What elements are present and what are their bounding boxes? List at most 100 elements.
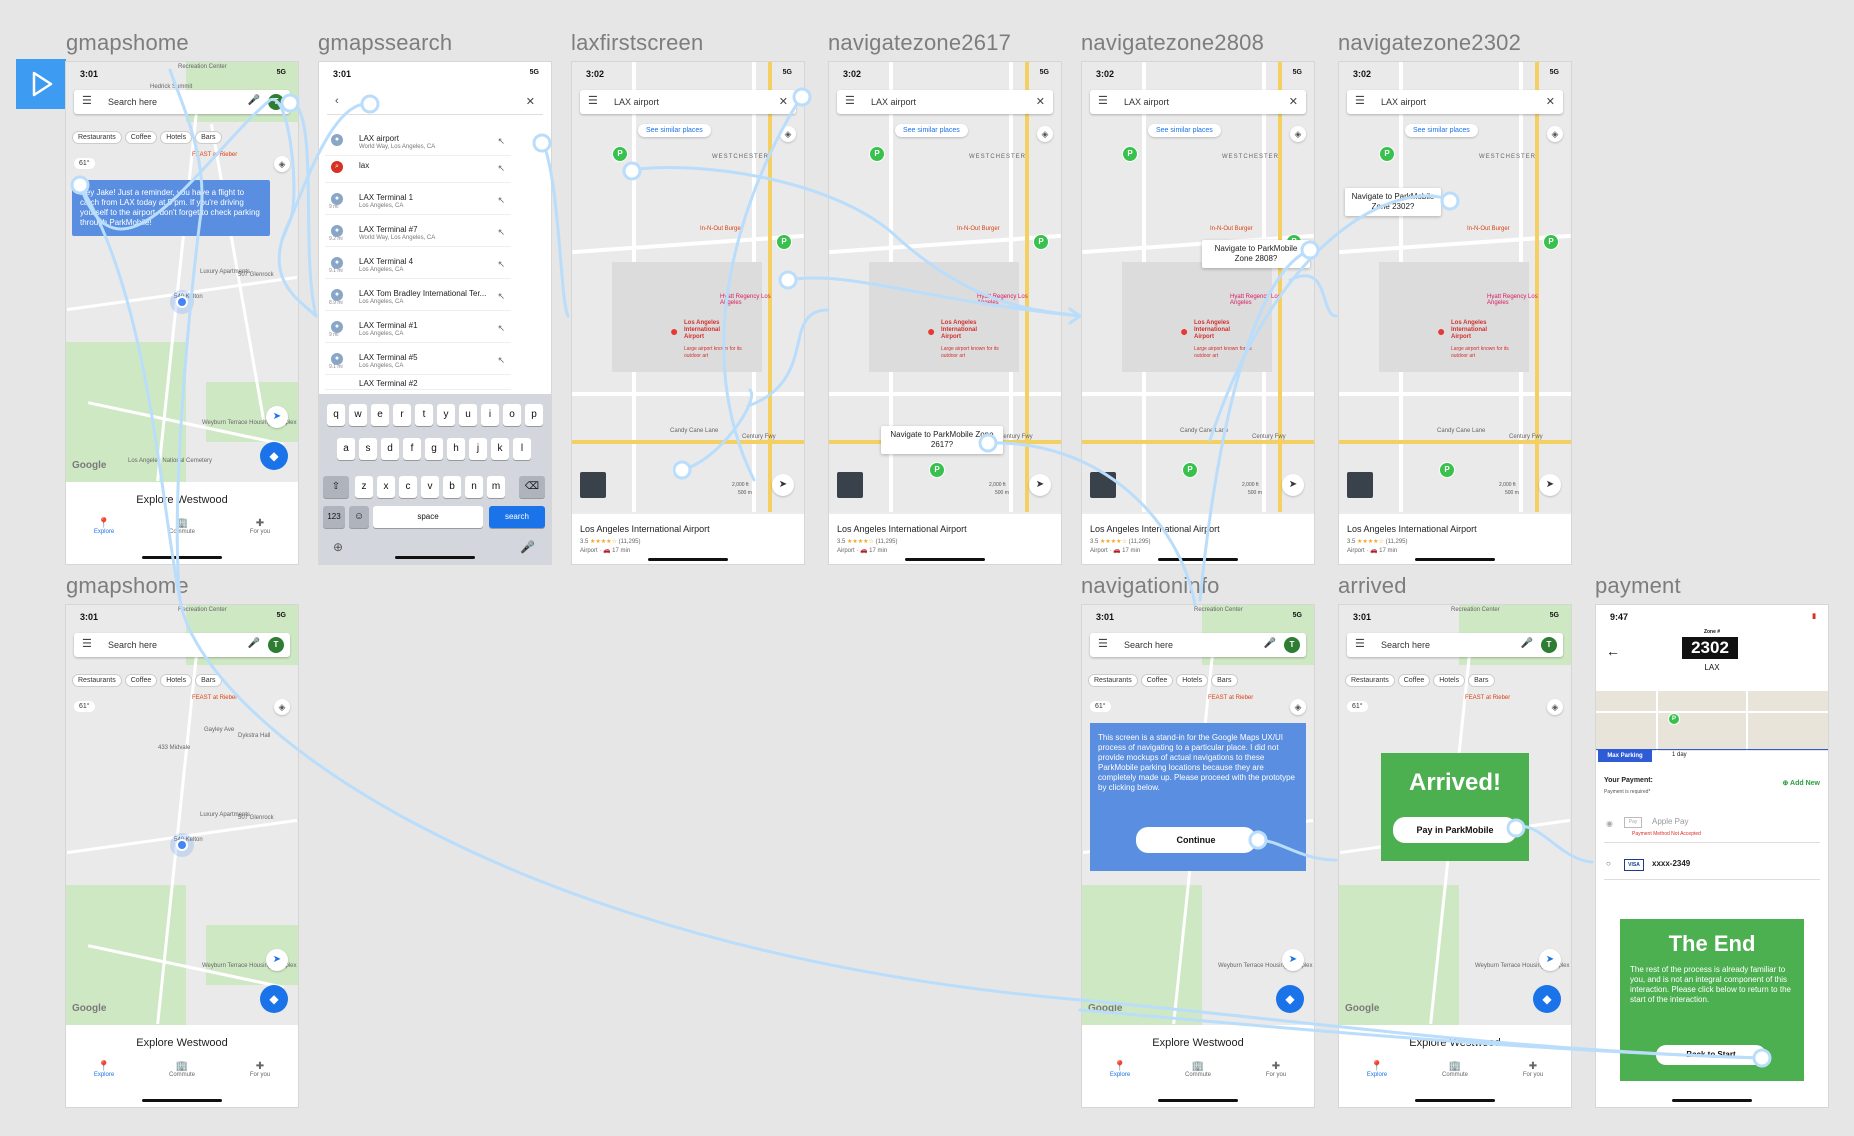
avatar[interactable]: T [268,94,284,110]
place-photo-thumbnail[interactable] [580,472,606,498]
layers-icon[interactable]: ◈ [1290,699,1306,715]
navigate-zone-tooltip[interactable]: Navigate to ParkMobile Zone 2617? [881,426,1003,454]
directions-button[interactable]: ◆ [260,442,288,470]
directions-button[interactable]: ◆ [1533,985,1561,1013]
delete-key[interactable]: ⌫ [519,476,545,498]
list-item[interactable]: ● LAX airport World Way, Los Angeles, CA ↖ [325,128,511,156]
directions-button[interactable]: ◆ [260,985,288,1013]
keyboard-key[interactable]: d [381,438,399,460]
tab-explore[interactable]: 📍 Explore [1347,1061,1407,1078]
keyboard-key[interactable]: o [503,404,521,426]
close-icon[interactable]: ✕ [779,95,788,108]
keyboard-key[interactable]: h [447,438,465,460]
menu-icon[interactable]: ☰ [82,639,92,650]
play-prototype-button[interactable] [16,59,66,109]
place-photo-thumbnail[interactable] [1090,472,1116,498]
keyboard-key[interactable]: a [337,438,355,460]
chip-coffee[interactable]: Coffee [1397,674,1431,687]
keyboard-key[interactable]: c [399,476,417,498]
tab-explore[interactable]: 📍 Explore [1090,1061,1150,1078]
close-icon[interactable]: ✕ [1036,95,1045,108]
list-item[interactable]: ● 8.9 mi LAX Tom Bradley International Ter… [325,283,511,311]
back-to-start-button[interactable]: Back to Start [1656,1045,1766,1065]
parking-pin[interactable]: P [1439,462,1455,478]
layers-icon[interactable]: ◈ [1290,126,1306,142]
chip-hotels[interactable]: Hotels [160,674,193,687]
close-icon[interactable]: ✕ [1289,95,1298,108]
place-info-card[interactable]: Los Angeles International Airport 3.5 ★★… [572,514,804,564]
search-input[interactable]: ☰ LAX airport ✕ [580,90,796,114]
tab-max-parking[interactable]: Max Parking [1598,750,1652,762]
tab-for-you[interactable]: ✚ For you [230,1061,290,1078]
keyboard-key[interactable]: z [355,476,373,498]
my-location-icon[interactable]: ➤ [266,406,288,428]
chip-hotels[interactable]: Hotels [160,131,193,144]
keyboard-key[interactable]: n [465,476,483,498]
keyboard-key[interactable]: g [425,438,443,460]
tab-for-you[interactable]: ✚ For you [1246,1061,1306,1078]
explore-westwood[interactable]: Explore Westwood [1082,1037,1314,1049]
chip-bars[interactable]: Bars [195,674,222,687]
keyboard-key[interactable]: p [525,404,543,426]
parking-pin[interactable]: P [672,462,688,478]
layers-icon[interactable]: ◈ [1547,126,1563,142]
search-input[interactable]: ☰ Search here 🎤 T [74,633,290,657]
chip-coffee[interactable]: Coffee [1140,674,1174,687]
avatar[interactable]: T [1541,637,1557,653]
keyboard-key[interactable]: w [349,404,367,426]
navigate-zone-tooltip[interactable]: Navigate to ParkMobile Zone 2302? [1345,188,1441,216]
layers-icon[interactable]: ◈ [1037,126,1053,142]
search-input[interactable]: ☰ Search here 🎤 T [74,90,290,114]
keyboard-key[interactable]: t [415,404,433,426]
keyboard-key[interactable]: s [359,438,377,460]
card-number[interactable]: xxxx-2349 [1652,859,1690,868]
list-item[interactable]: ● 9 mi LAX Terminal #1 Los Angeles, CA ↖ [325,315,511,343]
layers-icon[interactable]: ◈ [274,156,290,172]
keyboard-key[interactable]: l [513,438,531,460]
menu-icon[interactable]: ☰ [845,96,855,107]
search-input[interactable]: ‹ ✕ [327,90,543,115]
chip-restaurants[interactable]: Restaurants [1088,674,1138,687]
place-photo-thumbnail[interactable] [1347,472,1373,498]
mic-icon[interactable]: 🎤 [248,95,260,106]
search-input[interactable]: ☰ LAX airport ✕ [837,90,1053,114]
directions-button[interactable]: ◆ [1276,985,1304,1013]
close-icon[interactable]: ✕ [526,95,535,108]
search-key[interactable]: search [489,506,545,528]
parking-pin[interactable]: P [1122,146,1138,162]
my-location-icon[interactable]: ➤ [1029,474,1051,496]
tab-for-you[interactable]: ✚ For you [230,518,290,535]
dictation-icon[interactable]: 🎤 [520,540,535,554]
tab-explore[interactable]: 📍 Explore [74,1061,134,1078]
explore-westwood[interactable]: Explore Westwood [66,494,298,506]
menu-icon[interactable]: ☰ [1355,96,1365,107]
menu-icon[interactable]: ☰ [82,96,92,107]
list-item[interactable]: ● 9.1 mi LAX Terminal 4 Los Angeles, CA ↖ [325,251,511,279]
see-similar-places-button[interactable]: See similar places [1405,124,1478,137]
chip-bars[interactable]: Bars [1211,674,1238,687]
parking-pin[interactable]: P [776,234,792,250]
keyboard-key[interactable]: f [403,438,421,460]
chip-coffee[interactable]: Coffee [124,131,158,144]
see-similar-places-button[interactable]: See similar places [638,124,711,137]
mic-icon[interactable]: 🎤 [1521,638,1533,649]
search-input[interactable]: ☰ LAX airport ✕ [1090,90,1306,114]
parking-pin[interactable]: P [1182,462,1198,478]
close-icon[interactable]: ✕ [1546,95,1555,108]
back-arrow-icon[interactable]: ← [1606,643,1620,659]
menu-icon[interactable]: ☰ [1098,96,1108,107]
tab-commute[interactable]: 🏢 Commute [152,1061,212,1078]
parking-pin[interactable]: P [1543,234,1559,250]
place-info-card[interactable]: Los Angeles International Airport 3.5 ★★… [1339,514,1571,564]
keyboard-key[interactable]: j [469,438,487,460]
see-similar-places-button[interactable]: See similar places [1148,124,1221,137]
menu-icon[interactable]: ☰ [588,96,598,107]
keyboard-key[interactable]: k [491,438,509,460]
chip-bars[interactable]: Bars [1468,674,1495,687]
layers-icon[interactable]: ◈ [274,699,290,715]
back-arrow-icon[interactable]: ‹ [335,96,339,107]
keyboard-key[interactable]: q [327,404,345,426]
keyboard-key[interactable]: y [437,404,455,426]
keyboard-key[interactable]: u [459,404,477,426]
search-input[interactable]: ☰ LAX airport ✕ [1347,90,1563,114]
